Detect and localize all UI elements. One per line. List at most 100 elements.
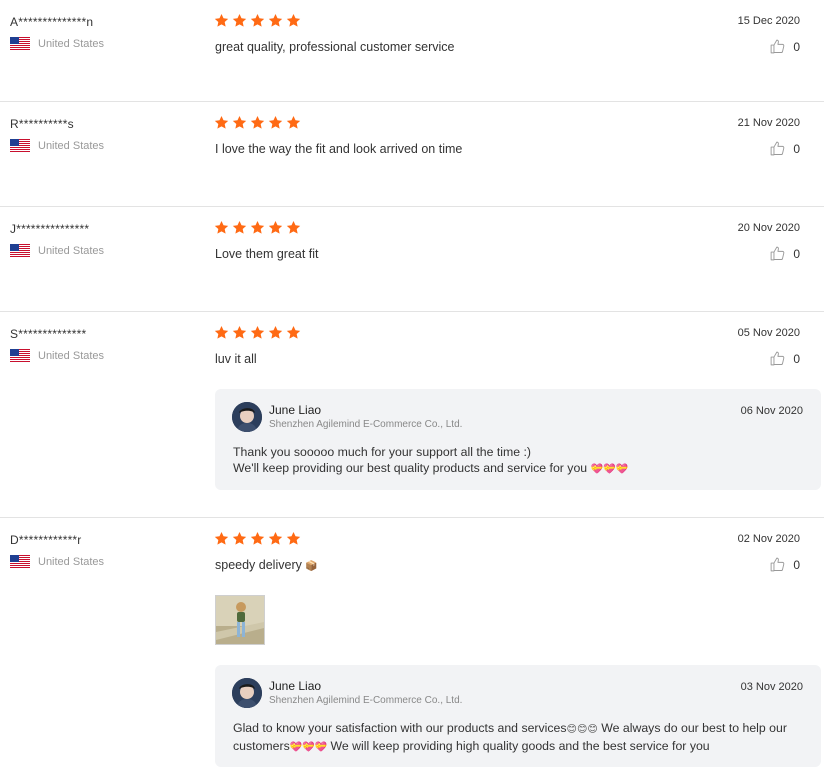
review-text: Love them great fit	[215, 247, 319, 261]
like-count: 0	[793, 39, 800, 54]
star-icon	[268, 531, 283, 545]
star-icon	[286, 220, 301, 234]
heart-emoji-icon: 💝💝💝	[289, 742, 328, 753]
reply-text: Thank you sooooo much for your support a…	[233, 444, 803, 478]
star-icon	[214, 325, 229, 339]
avatar	[232, 402, 262, 432]
reply-line: customers💝💝💝 We will keep providing high…	[233, 738, 803, 756]
reply-author-name: June Liao	[269, 403, 322, 417]
seller-avatar-icon	[232, 402, 262, 432]
reply-company: Shenzhen Agilemind E-Commerce Co., Ltd.	[269, 419, 463, 430]
reviewer-name: D************r	[10, 533, 82, 547]
us-flag-icon	[10, 349, 30, 362]
like-count: 0	[793, 557, 800, 572]
thumbs-up-icon	[770, 246, 785, 261]
review-item: R**********s United States I love the wa…	[0, 102, 824, 207]
review-item: J*************** United States Love them…	[0, 207, 824, 312]
review-item: S************** United States luv it all…	[0, 312, 824, 518]
star-icon	[250, 531, 265, 545]
reply-line: We'll keep providing our best quality pr…	[233, 460, 803, 478]
reviewer-country: United States	[10, 244, 104, 257]
star-icon	[250, 325, 265, 339]
reply-author-name: June Liao	[269, 679, 322, 693]
star-icon	[232, 220, 247, 234]
star-rating	[214, 325, 301, 340]
star-rating	[214, 531, 301, 546]
star-icon	[286, 531, 301, 545]
country-name: United States	[38, 349, 105, 362]
review-text-body: speedy delivery	[215, 558, 302, 572]
review-item: D************r United States speedy deli…	[0, 518, 824, 777]
reviewer-country: United States	[10, 139, 104, 152]
review-date: 02 Nov 2020	[737, 533, 800, 545]
reply-line-text: We'll keep providing our best quality pr…	[233, 461, 588, 475]
like-count: 0	[793, 141, 800, 156]
reply-text: Glad to know your satisfaction with our …	[233, 720, 803, 756]
review-date: 15 Dec 2020	[737, 15, 800, 27]
star-icon	[214, 13, 229, 27]
helpful-button[interactable]: 0	[769, 140, 800, 157]
star-icon	[232, 531, 247, 545]
star-icon	[214, 531, 229, 545]
review-photo-thumbnail[interactable]	[215, 595, 265, 645]
star-icon	[268, 13, 283, 27]
thumbs-up-icon	[770, 351, 785, 366]
review-text: I love the way the fit and look arrived …	[215, 142, 463, 156]
seller-avatar-icon	[232, 678, 262, 708]
reply-line: Thank you sooooo much for your support a…	[233, 445, 532, 459]
review-date: 05 Nov 2020	[737, 327, 800, 339]
us-flag-icon	[10, 244, 30, 257]
review-item: A**************n United States great qua…	[0, 0, 824, 102]
reviewer-country: United States	[10, 37, 104, 50]
avatar	[232, 678, 262, 708]
reviewer-country: United States	[10, 555, 104, 568]
us-flag-icon	[10, 37, 30, 50]
us-flag-icon	[10, 139, 30, 152]
review-text: great quality, professional customer ser…	[215, 40, 455, 54]
reply-date: 06 Nov 2020	[740, 405, 803, 417]
reply-line-text: Glad to know your satisfaction with our …	[233, 721, 567, 735]
helpful-button[interactable]: 0	[769, 556, 800, 573]
star-icon	[250, 13, 265, 27]
thumbs-up-icon	[770, 39, 785, 54]
us-flag-icon	[10, 555, 30, 568]
country-name: United States	[38, 244, 105, 257]
star-icon	[232, 13, 247, 27]
package-emoji-icon: 📦	[305, 561, 318, 572]
reply-line: Glad to know your satisfaction with our …	[233, 720, 803, 738]
star-icon	[268, 115, 283, 129]
like-count: 0	[793, 351, 800, 366]
star-rating	[214, 220, 301, 235]
star-rating	[214, 13, 301, 28]
helpful-button[interactable]: 0	[769, 38, 800, 55]
helpful-button[interactable]: 0	[769, 350, 800, 367]
star-icon	[286, 13, 301, 27]
reply-company: Shenzhen Agilemind E-Commerce Co., Ltd.	[269, 695, 463, 706]
star-icon	[250, 220, 265, 234]
star-icon	[250, 115, 265, 129]
thumbs-up-icon	[770, 141, 785, 156]
smile-emoji-icon: 😊😊😊	[566, 724, 598, 735]
country-name: United States	[38, 555, 105, 568]
reviewer-name: J***************	[10, 222, 90, 236]
star-icon	[214, 115, 229, 129]
reviewer-name: S**************	[10, 327, 87, 341]
star-icon	[232, 325, 247, 339]
like-count: 0	[793, 246, 800, 261]
review-date: 20 Nov 2020	[737, 222, 800, 234]
star-icon	[286, 325, 301, 339]
helpful-button[interactable]: 0	[769, 245, 800, 262]
reply-line-text: customers	[233, 739, 290, 753]
reply-line-tail: We will keep providing high quality good…	[330, 739, 710, 753]
country-name: United States	[38, 139, 105, 152]
reply-line-tail: We always do our best to help our	[601, 721, 787, 735]
star-icon	[214, 220, 229, 234]
star-icon	[268, 325, 283, 339]
review-date: 21 Nov 2020	[737, 117, 800, 129]
star-rating	[214, 115, 301, 130]
review-text: luv it all	[215, 352, 257, 366]
star-icon	[286, 115, 301, 129]
reviewer-name: A**************n	[10, 15, 94, 29]
reviewer-name: R**********s	[10, 117, 74, 131]
thumbs-up-icon	[770, 557, 785, 572]
